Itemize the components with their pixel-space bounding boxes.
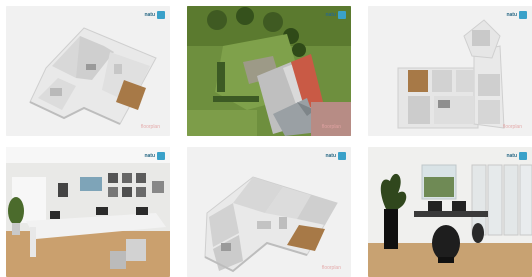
- logo-mark-icon: [519, 152, 527, 160]
- logo-mark-icon: [157, 152, 165, 160]
- logo-text: natu: [325, 153, 336, 159]
- logo-text: natu: [144, 12, 155, 18]
- logo-mark-icon: [338, 11, 346, 19]
- logo-text: natu: [506, 12, 517, 18]
- watermark: floorplan: [140, 124, 160, 130]
- gallery-tile-floorplan-3[interactable]: natu floorplan: [187, 147, 351, 277]
- watermark: floorplan: [502, 124, 522, 130]
- office-render-1: [6, 147, 170, 277]
- gallery-tile-office-1[interactable]: natu: [6, 147, 170, 277]
- brand-logo: natu: [325, 11, 346, 19]
- image-gallery: natu floorplan natu floorplan natu floor…: [0, 0, 532, 277]
- gallery-tile-floorplan-2[interactable]: natu floorplan: [368, 6, 532, 136]
- logo-mark-icon: [338, 152, 346, 160]
- watermark: floorplan: [321, 265, 341, 271]
- brand-logo: natu: [144, 152, 165, 160]
- logo-text: natu: [325, 12, 336, 18]
- brand-logo: natu: [144, 11, 165, 19]
- logo-mark-icon: [157, 11, 165, 19]
- office-render-2: [368, 147, 532, 277]
- floorplan-render-2: [368, 6, 532, 136]
- brand-logo: natu: [325, 152, 346, 160]
- brand-logo: natu: [506, 152, 527, 160]
- aerial-render: [187, 6, 351, 136]
- watermark: floorplan: [321, 124, 341, 130]
- gallery-tile-aerial[interactable]: natu floorplan: [187, 6, 351, 136]
- floorplan-render-3: [187, 147, 351, 277]
- logo-text: natu: [144, 153, 155, 159]
- brand-logo: natu: [506, 11, 527, 19]
- floorplan-render-1: [6, 6, 170, 136]
- gallery-tile-office-2[interactable]: natu: [368, 147, 532, 277]
- logo-mark-icon: [519, 11, 527, 19]
- gallery-tile-floorplan-1[interactable]: natu floorplan: [6, 6, 170, 136]
- logo-text: natu: [506, 153, 517, 159]
